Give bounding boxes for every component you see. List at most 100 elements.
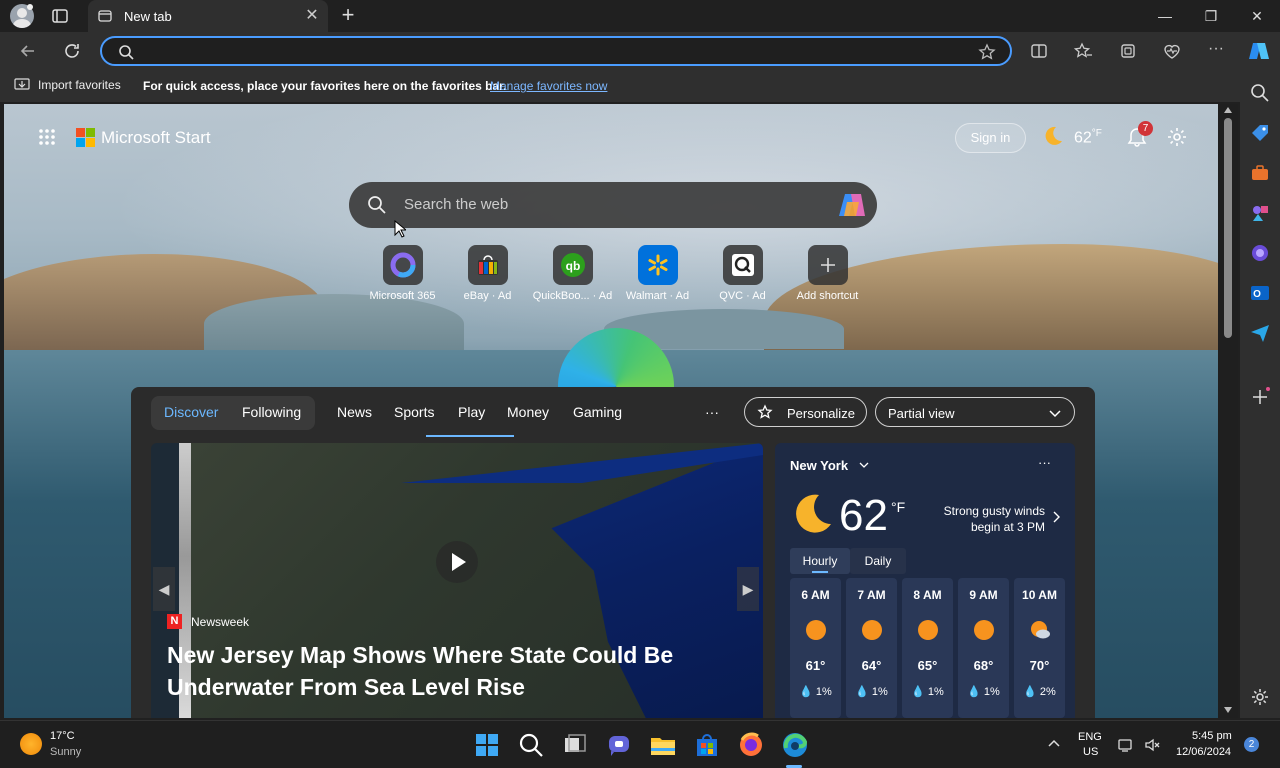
- shortcut-microsoft-365[interactable]: Microsoft 365: [360, 245, 445, 302]
- firefox-icon[interactable]: [736, 730, 766, 760]
- favorites-icon[interactable]: [1073, 41, 1093, 61]
- tab-daily[interactable]: Daily: [850, 548, 906, 574]
- play-video-button[interactable]: [436, 541, 478, 583]
- sun-icon[interactable]: [20, 733, 42, 755]
- browser-essentials-icon[interactable]: [1162, 41, 1182, 61]
- minimize-button[interactable]: —: [1142, 0, 1188, 32]
- shortcut-quickbooks[interactable]: qb QuickBoo... · Ad: [530, 245, 615, 302]
- tab-sports[interactable]: Sports: [394, 404, 434, 420]
- teams-chat-icon[interactable]: [604, 730, 634, 760]
- scroll-down-arrow-icon[interactable]: [1223, 706, 1233, 714]
- tab-news[interactable]: News: [337, 404, 372, 420]
- clock-date[interactable]: 12/06/2024: [1176, 746, 1231, 758]
- hourly-item[interactable]: 7 AM 64° 💧 1%: [846, 578, 897, 718]
- copilot-icon[interactable]: [837, 192, 867, 218]
- settings-more-icon[interactable]: ···: [1206, 41, 1226, 61]
- manage-favorites-link[interactable]: Manage favorites now: [490, 79, 607, 93]
- scrollbar-thumb[interactable]: [1224, 118, 1232, 338]
- moon-icon[interactable]: [1042, 125, 1064, 147]
- shopping-tag-icon[interactable]: [1249, 122, 1271, 144]
- scroll-up-arrow-icon[interactable]: [1223, 106, 1233, 114]
- taskbar-weather-desc[interactable]: Sunny: [50, 746, 81, 758]
- shortcut-ebay[interactable]: eBay · Ad: [445, 245, 530, 302]
- microsoft-store-icon[interactable]: [692, 730, 722, 760]
- chevron-down-icon[interactable]: [859, 460, 869, 470]
- hourly-item[interactable]: 10 AM 70° 💧 2%: [1014, 578, 1065, 718]
- input-language[interactable]: ENG: [1078, 731, 1102, 743]
- personalize-button[interactable]: Personalize: [744, 397, 867, 427]
- sidebar-settings-gear-icon[interactable]: [1249, 686, 1271, 708]
- view-mode-value: Partial view: [888, 406, 955, 421]
- tab-hover-underline: [426, 435, 514, 437]
- notification-center-badge[interactable]: 2: [1244, 737, 1259, 752]
- restore-button[interactable]: ❐: [1188, 0, 1234, 32]
- search-icon[interactable]: [1249, 82, 1271, 104]
- tab-actions-icon[interactable]: [50, 6, 70, 26]
- taskbar-search-icon[interactable]: [516, 730, 546, 760]
- import-favorites-button[interactable]: Import favorites: [14, 78, 121, 92]
- notification-count-badge: 7: [1138, 121, 1153, 136]
- games-icon[interactable]: [1249, 202, 1271, 224]
- story-headline[interactable]: New Jersey Map Shows Where State Could B…: [167, 639, 727, 703]
- shortcut-label: Microsoft 365: [369, 290, 436, 302]
- featured-story-card[interactable]: ◀ ▶ N Newsweek New Jersey Map Shows Wher…: [151, 443, 763, 718]
- more-tabs-button[interactable]: ···: [705, 404, 719, 420]
- hourly-item[interactable]: 6 AM 61° 💧 1%: [790, 578, 841, 718]
- outlook-icon[interactable]: O: [1249, 282, 1271, 304]
- add-sidebar-app-icon[interactable]: [1249, 386, 1271, 408]
- tab-play[interactable]: Play: [458, 404, 485, 420]
- favorite-star-icon[interactable]: [978, 43, 996, 61]
- add-shortcut-button[interactable]: Add shortcut: [785, 245, 870, 302]
- edge-browser-icon[interactable]: [780, 730, 810, 760]
- weather-alert[interactable]: Strong gusty winds begin at 3 PM: [915, 503, 1045, 535]
- drop-send-icon[interactable]: [1249, 322, 1271, 344]
- tab-following[interactable]: Following: [242, 404, 301, 420]
- windows-start-icon[interactable]: [472, 730, 502, 760]
- web-search-box[interactable]: Search the web: [349, 182, 877, 228]
- input-region[interactable]: US: [1083, 746, 1098, 758]
- tab-money[interactable]: Money: [507, 404, 549, 420]
- page-scrollbar[interactable]: [1218, 104, 1238, 718]
- close-window-button[interactable]: ✕: [1234, 0, 1280, 32]
- tab-new-tab[interactable]: New tab ✕: [88, 0, 328, 32]
- copilot-sidebar-icon[interactable]: [1249, 242, 1271, 264]
- tools-briefcase-icon[interactable]: [1249, 162, 1271, 184]
- next-story-arrow[interactable]: ▶: [737, 567, 759, 611]
- tab-gaming[interactable]: Gaming: [573, 404, 622, 420]
- page-settings-gear-icon[interactable]: [1166, 126, 1188, 148]
- taskbar-weather-temp[interactable]: 17°C: [50, 730, 75, 742]
- sign-in-button[interactable]: Sign in: [955, 123, 1026, 153]
- task-view-icon[interactable]: [560, 730, 590, 760]
- split-screen-icon[interactable]: [1029, 41, 1049, 61]
- weather-city[interactable]: New York: [790, 458, 848, 473]
- app-launcher-icon[interactable]: [38, 128, 56, 146]
- close-tab-icon[interactable]: ✕: [302, 6, 322, 26]
- address-bar[interactable]: [100, 36, 1012, 66]
- volume-muted-icon[interactable]: [1144, 737, 1160, 753]
- network-icon[interactable]: [1118, 737, 1134, 753]
- refresh-icon[interactable]: [61, 40, 83, 62]
- favorites-bar: Import favorites For quick access, place…: [0, 70, 1280, 102]
- collections-icon[interactable]: [1118, 41, 1138, 61]
- chevron-right-icon[interactable]: [1051, 511, 1061, 523]
- tab-discover[interactable]: Discover: [164, 404, 218, 420]
- back-arrow-icon[interactable]: [17, 40, 39, 62]
- header-temperature[interactable]: 62°F: [1074, 128, 1102, 147]
- show-hidden-icons-chevron-icon[interactable]: [1047, 737, 1061, 751]
- shortcut-qvc[interactable]: QVC · Ad: [700, 245, 785, 302]
- weather-more-button[interactable]: ···: [1038, 455, 1051, 470]
- hour-precip: 💧 1%: [967, 686, 1000, 698]
- tab-hourly[interactable]: Hourly: [790, 548, 850, 574]
- copilot-icon[interactable]: [1247, 39, 1271, 63]
- hourly-item[interactable]: 8 AM 65° 💧 1%: [902, 578, 953, 718]
- sparkle-star-icon: [757, 404, 773, 419]
- brand-title[interactable]: Microsoft Start: [101, 128, 211, 148]
- clock-time[interactable]: 5:45 pm: [1192, 730, 1232, 742]
- shortcut-walmart[interactable]: Walmart · Ad: [615, 245, 700, 302]
- hourly-item[interactable]: 9 AM 68° 💧 1%: [958, 578, 1009, 718]
- file-explorer-icon[interactable]: [648, 730, 678, 760]
- previous-story-arrow[interactable]: ◀: [153, 567, 175, 611]
- view-mode-dropdown[interactable]: Partial view: [875, 397, 1075, 427]
- new-tab-button[interactable]: +: [336, 4, 360, 28]
- mouse-pointer-icon: [394, 220, 406, 238]
